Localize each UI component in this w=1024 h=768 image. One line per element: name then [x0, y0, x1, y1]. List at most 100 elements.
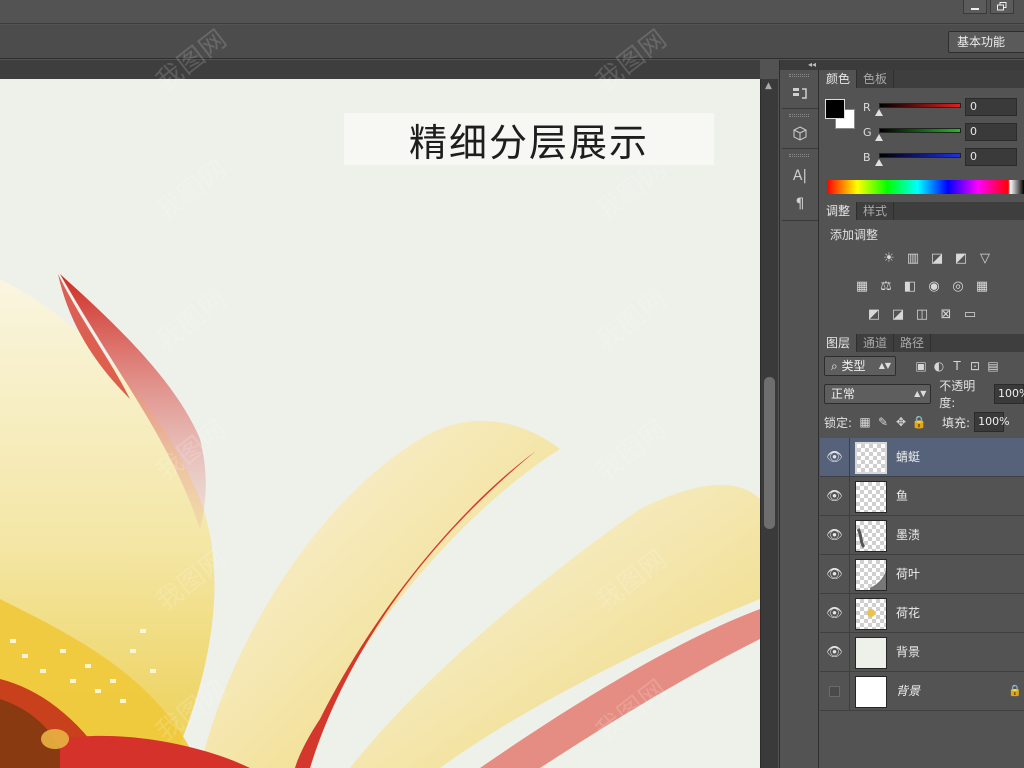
visibility-eye-icon[interactable]: 👁 — [820, 438, 850, 476]
workspace-switcher[interactable]: 基本功能 — [948, 31, 1024, 53]
threshold-icon[interactable]: ◫ — [913, 306, 931, 322]
dock-separator — [782, 108, 818, 109]
blend-mode-value: 正常 — [831, 387, 856, 401]
gradient-map-icon[interactable]: ▭ — [961, 306, 979, 322]
dock-grip[interactable] — [789, 114, 809, 117]
dock-grip[interactable] — [789, 154, 809, 157]
hue-saturation-icon[interactable]: ▦ — [853, 278, 871, 294]
title-bar — [0, 0, 1024, 24]
layer-name: 背景 — [896, 684, 921, 698]
panels-header — [820, 60, 1024, 70]
adjustments-row-1: ☀ ▥ ◪ ◩ ▽ — [820, 250, 1024, 268]
visibility-eye-icon[interactable]: 👁 — [820, 594, 850, 632]
photo-filter-icon[interactable]: ◉ — [925, 278, 943, 294]
3d-icon[interactable] — [788, 124, 812, 144]
layer-row[interactable]: 👁 蜻蜓 — [820, 438, 1024, 477]
document-tab-strip — [0, 60, 760, 79]
blue-label: B — [863, 151, 871, 164]
chevron-down-icon: ▲▼ — [878, 361, 891, 370]
layer-name: 墨渍 — [896, 528, 921, 542]
paragraph-icon[interactable]: ¶ — [788, 194, 812, 214]
red-slider-handle[interactable] — [875, 109, 883, 116]
add-adjustment-title: 添加调整 — [830, 228, 879, 242]
vertical-scrollbar[interactable]: ▲ — [760, 79, 778, 768]
green-slider-handle[interactable] — [875, 134, 883, 141]
layer-filter-select[interactable]: ⌕ 类型 ▲▼ — [824, 356, 896, 376]
exposure-icon[interactable]: ◩ — [952, 250, 970, 266]
scroll-thumb[interactable] — [764, 377, 775, 529]
layer-row[interactable]: 👁 背景 — [820, 633, 1024, 672]
document-canvas[interactable]: 精细分层展示 — [0, 79, 760, 768]
blend-mode-select[interactable]: 正常 ▲▼ — [824, 384, 932, 404]
tab-color[interactable]: 颜色 — [820, 70, 858, 88]
brightness-icon[interactable]: ☀ — [880, 250, 898, 266]
lock-icon: 🔒 — [1008, 684, 1022, 697]
opacity-field[interactable]: 100% — [994, 384, 1024, 404]
color-lookup-icon[interactable]: ▦ — [973, 278, 991, 294]
posterize-icon[interactable]: ◪ — [889, 306, 907, 322]
green-value-field[interactable]: 0 — [965, 123, 1017, 141]
restore-icon[interactable] — [990, 0, 1014, 14]
layer-list: 👁 蜻蜓 👁 鱼 👁 墨渍 👁 荷叶 👁 荷花 👁 背景 背景 🔒 — [820, 438, 1024, 768]
levels-icon[interactable]: ▥ — [904, 250, 922, 266]
layer-thumbnail — [855, 598, 887, 630]
history-icon[interactable] — [788, 84, 812, 104]
smart-object-filter-icon[interactable]: ▤ — [984, 357, 1002, 375]
green-slider[interactable] — [879, 128, 961, 133]
window-controls — [963, 0, 1014, 14]
blue-slider[interactable] — [879, 153, 961, 158]
dock-separator — [782, 220, 818, 221]
layer-name: 荷叶 — [896, 567, 921, 581]
shape-filter-icon[interactable]: ⊡ — [966, 357, 984, 375]
dock-grip[interactable] — [789, 74, 809, 77]
blue-slider-handle[interactable] — [875, 159, 883, 166]
lock-row: 锁定: ▦ ✎ ✥ 🔒 填充: 100% — [824, 412, 1010, 432]
fill-field[interactable]: 100% — [974, 412, 1010, 432]
layer-thumbnail — [855, 520, 887, 552]
color-balance-icon[interactable]: ⚖ — [877, 278, 895, 294]
green-label: G — [863, 126, 872, 139]
channel-mixer-icon[interactable]: ◎ — [949, 278, 967, 294]
pixel-filter-icon[interactable]: ▣ — [912, 357, 930, 375]
color-spectrum-bar[interactable] — [827, 180, 1024, 194]
adjustment-filter-icon[interactable]: ◐ — [930, 357, 948, 375]
minimize-icon[interactable] — [963, 0, 987, 14]
lock-position-icon[interactable]: ✥ — [892, 413, 910, 431]
selective-color-icon[interactable]: ⊠ — [937, 306, 955, 322]
tab-swatches[interactable]: 色板 — [857, 70, 895, 88]
layer-row[interactable]: 背景 🔒 — [820, 672, 1024, 711]
blue-value-field[interactable]: 0 — [965, 148, 1017, 166]
curves-icon[interactable]: ◪ — [928, 250, 946, 266]
lock-pixels-icon[interactable]: ✎ — [874, 413, 892, 431]
visibility-eye-icon[interactable]: 👁 — [820, 633, 850, 671]
visibility-eye-icon[interactable]: 👁 — [820, 477, 850, 515]
black-white-icon[interactable]: ◧ — [901, 278, 919, 294]
layer-row[interactable]: 👁 荷叶 — [820, 555, 1024, 594]
foreground-color-swatch[interactable] — [825, 99, 845, 119]
layer-row[interactable]: 👁 鱼 — [820, 477, 1024, 516]
caption-text: 精细分层展示 — [344, 113, 714, 165]
character-icon[interactable]: A| — [788, 166, 812, 186]
lock-transparency-icon[interactable]: ▦ — [856, 413, 874, 431]
green-channel: G 0 — [820, 123, 1024, 146]
scroll-up-icon[interactable]: ▲ — [765, 81, 772, 91]
visibility-eye-icon[interactable]: 👁 — [820, 555, 850, 593]
layer-thumbnail — [855, 637, 887, 669]
collapse-icon[interactable]: ◂◂ — [780, 60, 820, 70]
type-filter-icon[interactable]: T — [948, 357, 966, 375]
layer-row[interactable]: 👁 墨渍 — [820, 516, 1024, 555]
layer-name: 背景 — [896, 645, 921, 659]
layer-row[interactable]: 👁 荷花 — [820, 594, 1024, 633]
red-value-field[interactable]: 0 — [965, 98, 1017, 116]
lock-all-icon[interactable]: 🔒 — [910, 413, 928, 431]
red-slider[interactable] — [879, 103, 961, 108]
adjustments-panel: 添加调整 ☀ ▥ ◪ ◩ ▽ ▦ ⚖ ◧ ◉ ◎ ▦ ◩ ◪ ◫ ⊠ ▭ — [820, 202, 1024, 332]
layer-filter-row: ⌕ 类型 ▲▼ ▣ ◐ T ⊡ ▤ — [824, 356, 1002, 376]
vibrance-icon[interactable]: ▽ — [976, 250, 994, 266]
blend-row: 正常 ▲▼ 不透明度: 100% — [824, 379, 1024, 410]
blue-channel: B 0 — [820, 148, 1024, 171]
visibility-toggle[interactable] — [820, 672, 850, 710]
invert-icon[interactable]: ◩ — [865, 306, 883, 322]
visibility-eye-icon[interactable]: 👁 — [820, 516, 850, 554]
lotus-artwork — [0, 274, 760, 768]
